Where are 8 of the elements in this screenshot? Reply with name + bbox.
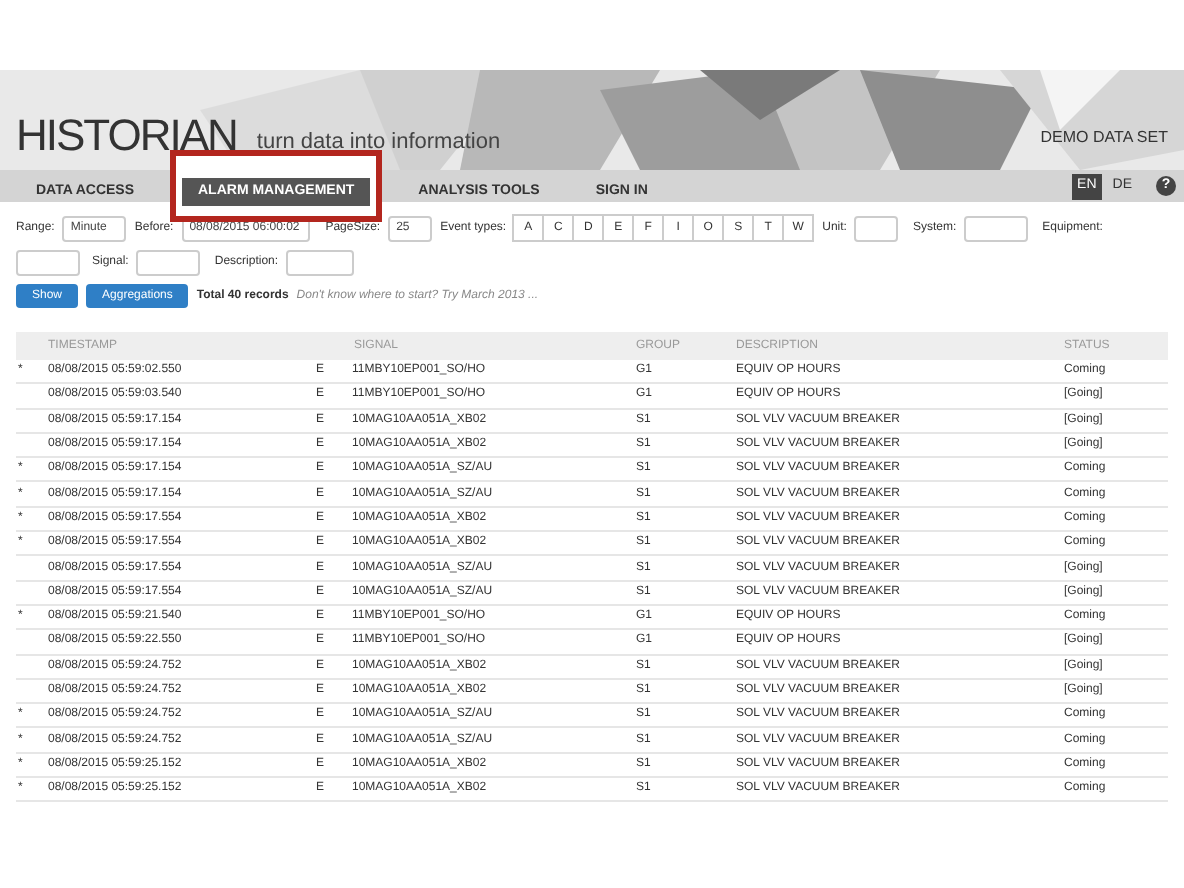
- equipment-field[interactable]: [16, 250, 80, 276]
- unit-field[interactable]: [854, 215, 899, 241]
- tagline: turn data into information: [256, 127, 501, 157]
- dataset-title: DEMO DATA SET: [1040, 126, 1168, 150]
- logo: HISTORIAN: [16, 114, 237, 158]
- signal-field[interactable]: [136, 250, 201, 276]
- system-field[interactable]: [964, 215, 1029, 241]
- description-field[interactable]: [286, 250, 355, 276]
